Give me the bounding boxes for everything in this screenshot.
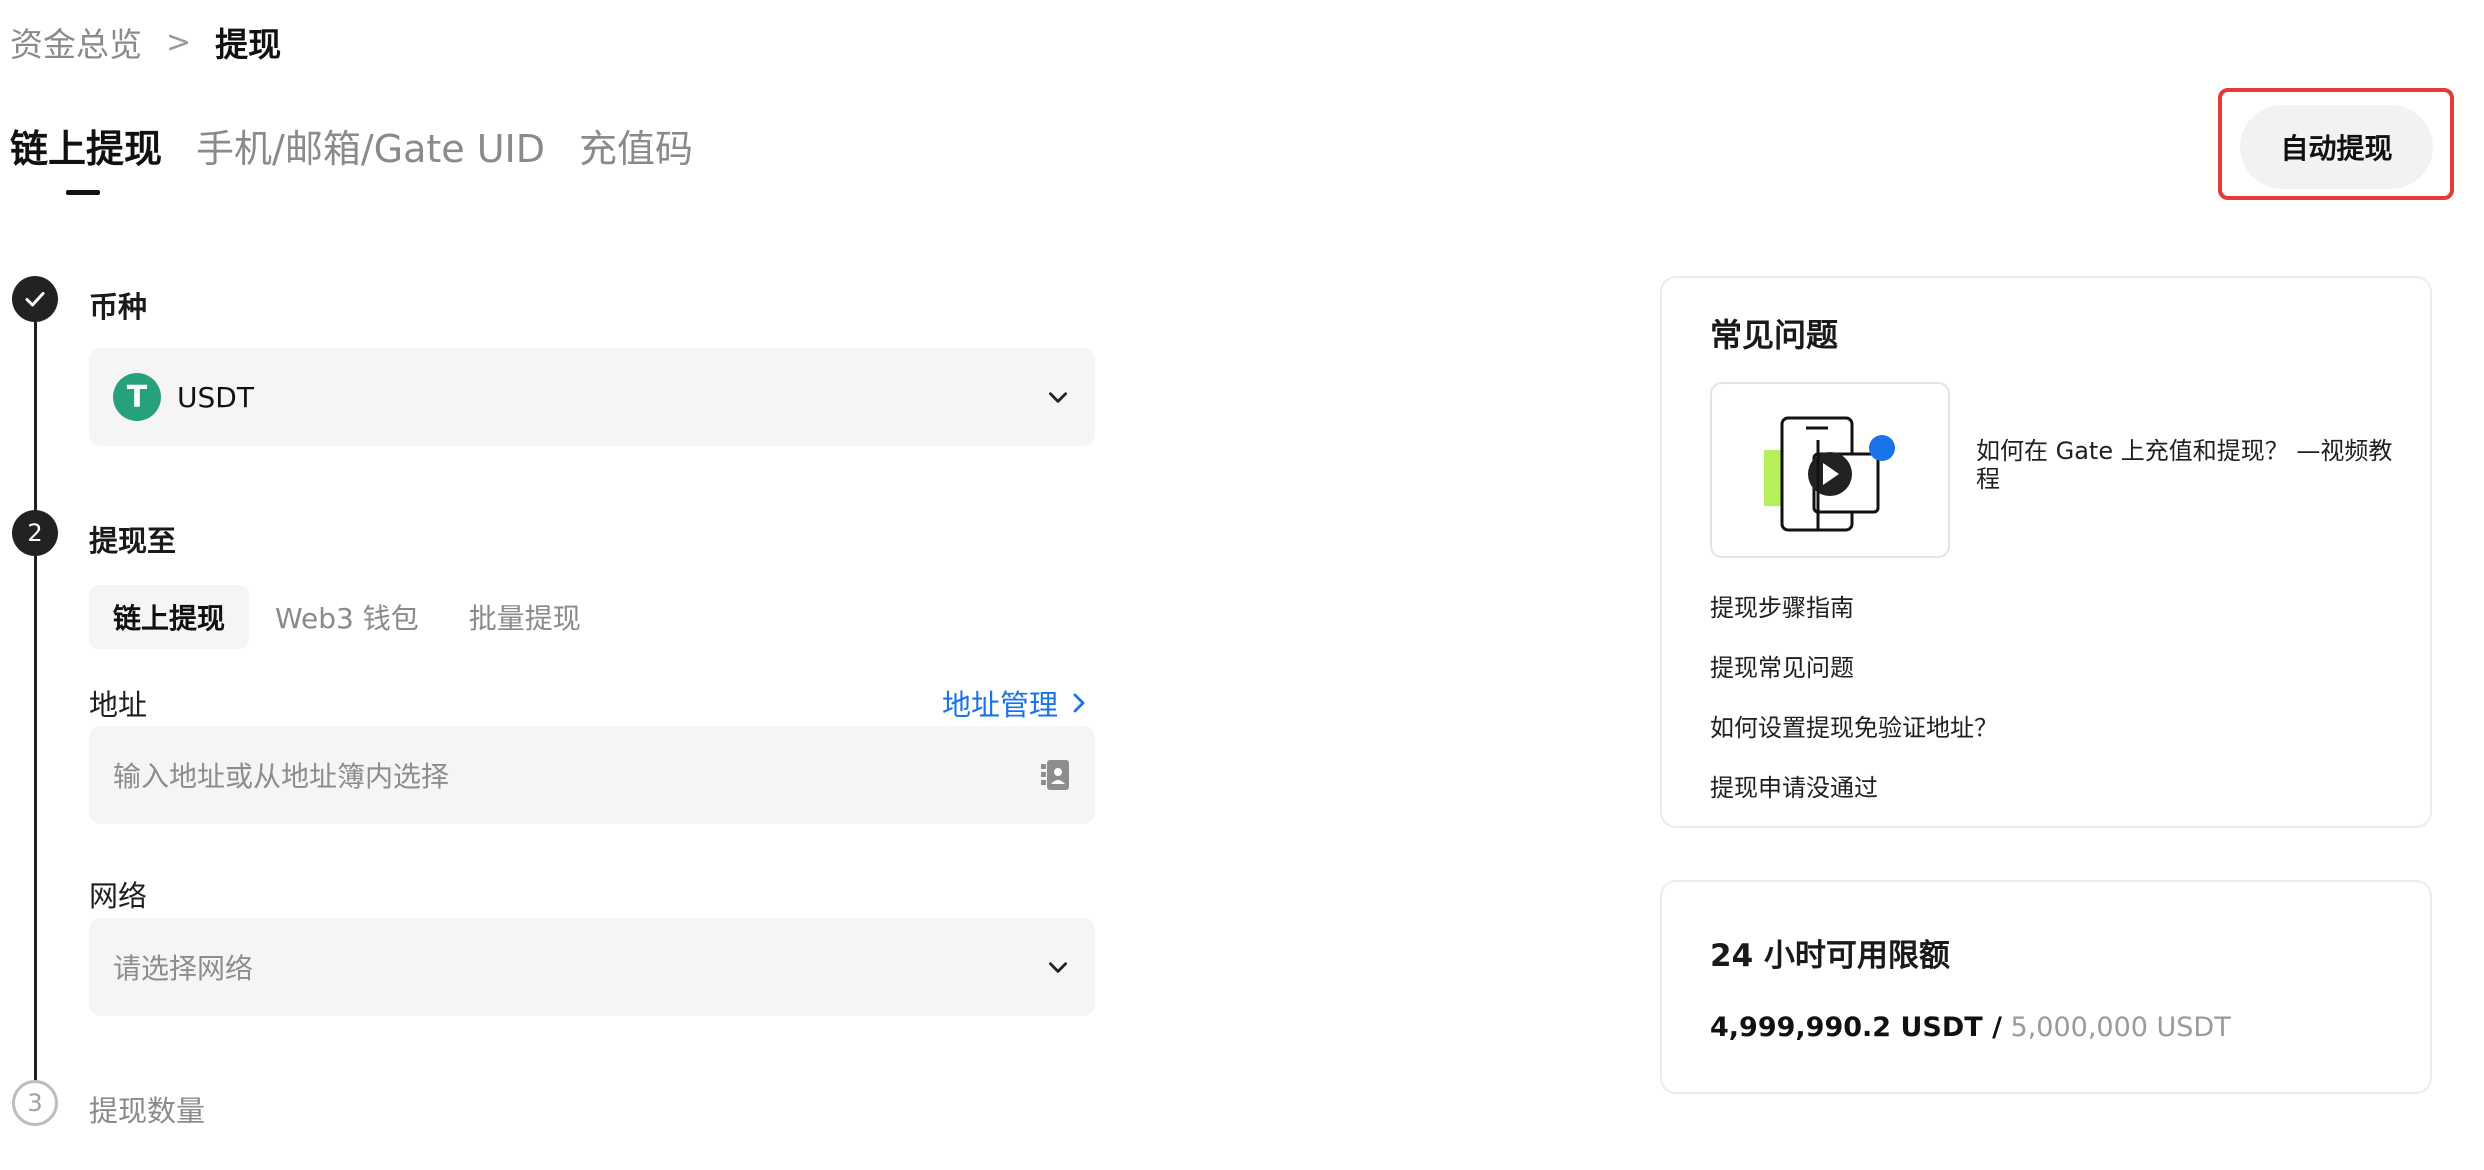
address-placeholder: 输入地址或从地址簿内选择 <box>113 760 450 793</box>
step-1-title: 币种 <box>89 290 148 324</box>
step-connector-1 <box>34 322 37 532</box>
faq-card: 常见问题 如何在 Gate 上充值和提现？ —视频教程 提现步骤指南 提现常见问… <box>1660 276 2432 828</box>
quota-total: 5,000,000 USDT <box>2010 1012 2231 1043</box>
step-connector-2 <box>34 556 37 1084</box>
network-select[interactable]: 请选择网络 <box>89 918 1095 1016</box>
faq-link-withdraw-guide[interactable]: 提现步骤指南 <box>1710 588 1854 623</box>
network-placeholder: 请选择网络 <box>113 952 254 985</box>
faq-title: 常见问题 <box>1710 316 1839 354</box>
destination-tabs: 链上提现 Web3 钱包 批量提现 <box>89 585 607 649</box>
address-book-icon[interactable] <box>1039 758 1071 792</box>
faq-link-withdraw-rejected[interactable]: 提现申请没通过 <box>1710 768 1878 803</box>
subtab-web3-wallet[interactable]: Web3 钱包 <box>251 585 443 649</box>
chevron-right-icon <box>1073 693 1085 713</box>
step-2-title: 提现至 <box>89 524 177 558</box>
faq-link-withdraw-faq[interactable]: 提现常见问题 <box>1710 648 1854 683</box>
selected-coin: USDT <box>177 380 254 414</box>
step-3-number: 3 <box>12 1080 58 1126</box>
tab-phone-email-uid[interactable]: 手机/邮箱/Gate UID <box>196 118 545 173</box>
network-label: 网络 <box>89 879 148 913</box>
breadcrumb-current: 提现 <box>215 25 282 64</box>
tab-onchain-withdraw[interactable]: 链上提现 <box>10 118 162 195</box>
step-3-title: 提现数量 <box>89 1094 206 1128</box>
step-2-number: 2 <box>12 510 58 556</box>
breadcrumb: 资金总览 > 提现 <box>10 18 281 66</box>
address-manage-link[interactable]: 地址管理 <box>942 682 1090 724</box>
address-input[interactable]: 输入地址或从地址簿内选择 <box>89 726 1095 824</box>
usdt-coin-icon: T <box>113 373 161 421</box>
chevron-down-icon <box>1049 392 1067 403</box>
video-tutorial-link[interactable]: 如何在 Gate 上充值和提现？ —视频教程 <box>1976 437 2396 493</box>
coin-select[interactable]: T USDT <box>89 348 1095 446</box>
subtab-batch-withdraw[interactable]: 批量提现 <box>445 585 605 649</box>
chevron-down-icon <box>1049 962 1067 973</box>
quota-card: 24 小时可用限额 4,999,990.2 USDT / 5,000,000 U… <box>1660 880 2432 1094</box>
quota-title: 24 小时可用限额 <box>1710 938 1950 974</box>
quota-available: 4,999,990.2 USDT / <box>1710 1012 2002 1043</box>
withdraw-type-tabs: 链上提现 手机/邮箱/Gate UID 充值码 <box>10 118 727 195</box>
video-thumbnail[interactable] <box>1710 382 1950 558</box>
address-label: 地址 <box>89 688 148 722</box>
faq-link-verification-free-address[interactable]: 如何设置提现免验证地址？ <box>1710 708 1998 743</box>
address-manage-label: 地址管理 <box>941 688 1058 722</box>
play-video-icon <box>1764 416 1895 532</box>
quota-values: 4,999,990.2 USDT / 5,000,000 USDT <box>1710 1012 2231 1043</box>
auto-withdraw-button[interactable]: 自动提现 <box>2240 105 2433 189</box>
tab-recharge-code[interactable]: 充值码 <box>579 118 693 173</box>
breadcrumb-funds-overview[interactable]: 资金总览 <box>10 18 142 66</box>
step-1-check-icon <box>12 276 58 322</box>
subtab-onchain[interactable]: 链上提现 <box>89 585 250 649</box>
chevron-right-icon: > <box>166 24 192 60</box>
